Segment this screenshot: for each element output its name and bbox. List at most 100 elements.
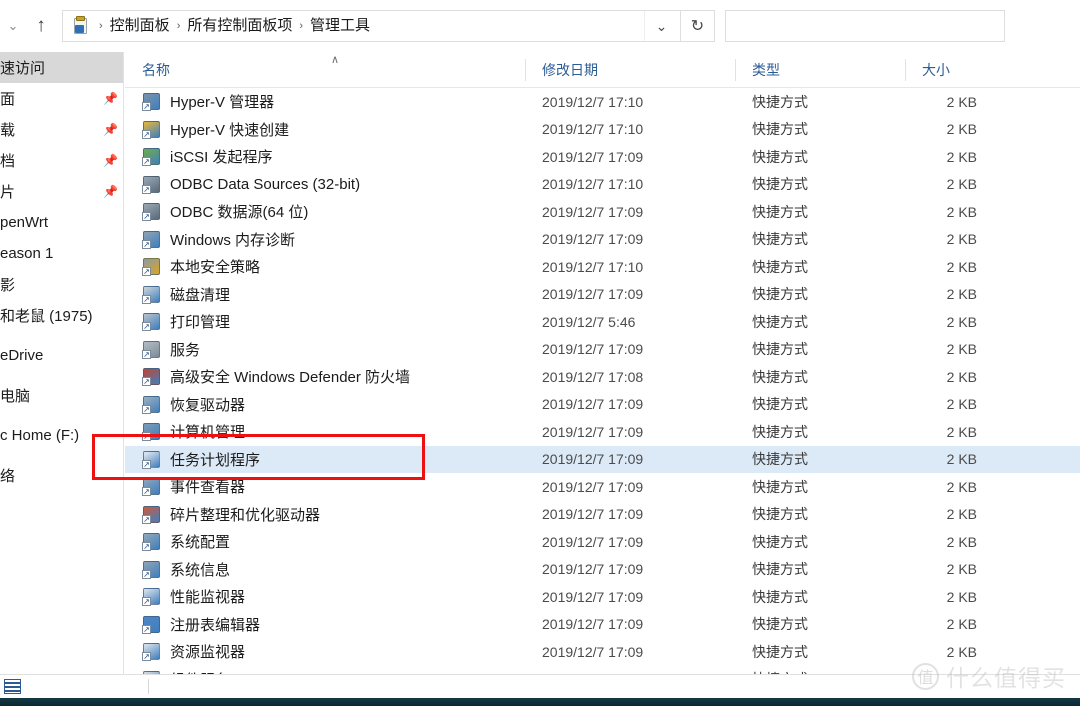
table-row[interactable]: ↗ 计算机管理 2019/12/7 17:09 快捷方式 2 KB	[125, 418, 1080, 446]
file-name-label: Hyper-V 快速创建	[170, 121, 290, 139]
column-header-size[interactable]: 大小	[905, 52, 1005, 88]
sidebar-item-10[interactable]: 电脑	[0, 380, 123, 411]
table-row[interactable]: ↗ 本地安全策略 2019/12/7 17:10 快捷方式 2 KB	[125, 253, 1080, 281]
address-toolbar: ⌄ ↑ › 控制面板 › 所有控制面板项 › 管理工具 ⌄ ↻	[0, 0, 1080, 52]
table-row[interactable]: ↗ 注册表编辑器 2019/12/7 17:09 快捷方式 2 KB	[125, 611, 1080, 639]
pin-icon[interactable]: 📌	[103, 123, 118, 136]
cell-date-modified: 2019/12/7 17:09	[542, 588, 644, 605]
sidebar-item-8[interactable]: 和老鼠 (1975)	[0, 300, 123, 331]
file-name-label: Windows 内存诊断	[170, 231, 296, 249]
table-row[interactable]: ↗ 事件查看器 2019/12/7 17:09 快捷方式 2 KB	[125, 473, 1080, 501]
table-row[interactable]: ↗ 任务计划程序 2019/12/7 17:09 快捷方式 2 KB	[125, 445, 1080, 473]
file-name-label: 资源监视器	[170, 644, 246, 662]
refresh-button[interactable]: ↻	[681, 10, 715, 42]
sidebar-item-label: penWrt	[0, 214, 49, 231]
table-row[interactable]: ↗ ODBC Data Sources (32-bit) 2019/12/7 17:…	[125, 171, 1080, 199]
cell-name: ↗ 注册表编辑器	[125, 614, 525, 635]
cell-name: ↗ iSCSI 发起程序	[125, 146, 525, 167]
sidebar-item-label: 片	[0, 184, 16, 201]
up-one-level-button[interactable]: ↑	[26, 3, 56, 49]
search-box[interactable]	[725, 10, 1005, 42]
column-header-date-modified[interactable]: 修改日期	[525, 52, 735, 88]
cell-date-modified: 2019/12/7 5:46	[542, 313, 636, 330]
table-row[interactable]: ↗ 性能监视器 2019/12/7 17:09 快捷方式 2 KB	[125, 583, 1080, 611]
services-icon: ↗	[142, 340, 161, 359]
file-explorer-window: ⌄ ↑ › 控制面板 › 所有控制面板项 › 管理工具 ⌄ ↻ 速访问面 📌 载 📌 档…	[0, 0, 1080, 706]
cell-size: 2 KB	[946, 561, 977, 578]
table-row[interactable]: ↗ Hyper-V 管理器 2019/12/7 17:10 快捷方式 2 KB	[125, 88, 1080, 116]
cell-size: 2 KB	[946, 506, 977, 523]
windows-defender-firewall-icon: ↗	[142, 367, 161, 387]
table-row[interactable]: ↗ 恢复驱动器 2019/12/7 17:09 快捷方式 2 KB	[125, 391, 1080, 419]
sidebar-item-6[interactable]: eason 1	[0, 238, 123, 269]
cell-name: ↗ 打印管理	[125, 311, 525, 332]
table-row[interactable]: ↗ 服务 2019/12/7 17:09 快捷方式 2 KB	[125, 336, 1080, 364]
file-name-label: Hyper-V 管理器	[170, 94, 275, 112]
sidebar-item-2[interactable]: 载 📌	[0, 114, 123, 145]
table-row[interactable]: ↗ 碎片整理和优化驱动器 2019/12/7 17:09 快捷方式 2 KB	[125, 501, 1080, 529]
file-name-label: 本地安全策略	[170, 259, 261, 277]
table-row[interactable]: ↗ 高级安全 Windows Defender 防火墙 2019/12/7 17:0…	[125, 363, 1080, 391]
breadcrumb-item-0[interactable]: 控制面板	[107, 11, 173, 41]
system-configuration-icon: ↗	[142, 532, 161, 552]
file-name-label: 磁盘清理	[170, 286, 231, 304]
table-row[interactable]: ↗ 系统配置 2019/12/7 17:09 快捷方式 2 KB	[125, 528, 1080, 556]
table-row[interactable]: ↗ Hyper-V 快速创建 2019/12/7 17:10 快捷方式 2 KB	[125, 116, 1080, 144]
sidebar-item-4[interactable]: 片 📌	[0, 176, 123, 207]
sidebar-item-12[interactable]: 络	[0, 460, 123, 491]
table-row[interactable]: ↗ 系统信息 2019/12/7 17:09 快捷方式 2 KB	[125, 556, 1080, 584]
table-row[interactable]: ↗组件服务2019/12/7 17:09快捷方式2 KB	[125, 666, 1080, 674]
pin-icon[interactable]: 📌	[103, 92, 118, 105]
hyper-v-quick-create-icon: ↗	[142, 120, 161, 139]
cell-type: 快捷方式	[752, 231, 808, 248]
registry-editor-icon: ↗	[142, 615, 161, 634]
recovery-drive-icon: ↗	[142, 395, 161, 414]
column-header-row: 名称 修改日期 类型 大小 ∧	[125, 52, 1080, 88]
cell-type: 快捷方式	[752, 423, 808, 440]
sidebar-item-1[interactable]: 面 📌	[0, 83, 123, 114]
file-name-label: 任务计划程序	[170, 451, 261, 469]
file-name-label: 服务	[170, 341, 201, 359]
column-header-name[interactable]: 名称	[125, 52, 525, 88]
table-row[interactable]: ↗ 资源监视器 2019/12/7 17:09 快捷方式 2 KB	[125, 638, 1080, 666]
file-list-pane[interactable]: 名称 修改日期 类型 大小 ∧ ↗ Hyper-V 管理器 2019/12/7 17…	[125, 52, 1080, 674]
pin-icon[interactable]: 📌	[103, 154, 118, 167]
pin-icon[interactable]: 📌	[103, 185, 118, 198]
cell-size: 2 KB	[946, 368, 977, 385]
sidebar-item-3[interactable]: 档 📌	[0, 145, 123, 176]
table-row[interactable]: ↗ 打印管理 2019/12/7 5:46 快捷方式 2 KB	[125, 308, 1080, 336]
cell-date-modified: 2019/12/7 17:09	[542, 506, 644, 523]
file-name-label: 打印管理	[170, 314, 231, 332]
cell-type: 快捷方式	[752, 203, 808, 220]
column-header-type[interactable]: 类型	[735, 52, 905, 88]
sidebar-item-11[interactable]: c Home (F:)	[0, 420, 123, 451]
sidebar-item-5[interactable]: penWrt	[0, 207, 123, 238]
cell-size: 2 KB	[946, 478, 977, 495]
back-history-button[interactable]: ⌄	[0, 3, 26, 49]
sidebar-item-9[interactable]: eDrive	[0, 340, 123, 371]
computer-management-icon: ↗	[142, 422, 161, 442]
file-name-label: 碎片整理和优化驱动器	[170, 506, 321, 524]
table-row[interactable]: ↗ iSCSI 发起程序 2019/12/7 17:09 快捷方式 2 KB	[125, 143, 1080, 171]
cell-name: ↗ Windows 内存诊断	[125, 229, 525, 250]
cell-type: 快捷方式	[752, 478, 808, 495]
table-row[interactable]: ↗ Windows 内存诊断 2019/12/7 17:09 快捷方式 2 KB	[125, 226, 1080, 254]
breadcrumb-item-1[interactable]: 所有控制面板项	[184, 11, 295, 41]
navigation-pane[interactable]: 速访问面 📌 载 📌 档 📌 片 📌 penWrt eason 1 影和老鼠 (1975) eDriv…	[0, 52, 124, 674]
sidebar-item-0[interactable]: 速访问	[0, 52, 123, 83]
table-row[interactable]: ↗ 磁盘清理 2019/12/7 17:09 快捷方式 2 KB	[125, 281, 1080, 309]
file-name-label: 系统信息	[170, 561, 231, 579]
file-name-label: 系统配置	[170, 534, 231, 552]
cell-date-modified: 2019/12/7 17:09	[542, 643, 644, 660]
cell-date-modified: 2019/12/7 17:10	[542, 121, 644, 138]
breadcrumb-item-2[interactable]: 管理工具	[307, 11, 373, 41]
sidebar-item-label: 和老鼠 (1975)	[0, 308, 93, 325]
address-bar[interactable]: › 控制面板 › 所有控制面板项 › 管理工具 ⌄	[62, 10, 681, 42]
details-view-icon[interactable]	[4, 679, 21, 694]
table-row[interactable]: ↗ ODBC 数据源(64 位) 2019/12/7 17:09 快捷方式 2 KB	[125, 198, 1080, 226]
chevron-down-icon[interactable]: ⌄	[644, 11, 678, 41]
cell-date-modified: 2019/12/7 17:09	[542, 451, 644, 468]
sidebar-item-7[interactable]: 影	[0, 269, 123, 300]
file-name-label: 恢复驱动器	[170, 396, 246, 414]
